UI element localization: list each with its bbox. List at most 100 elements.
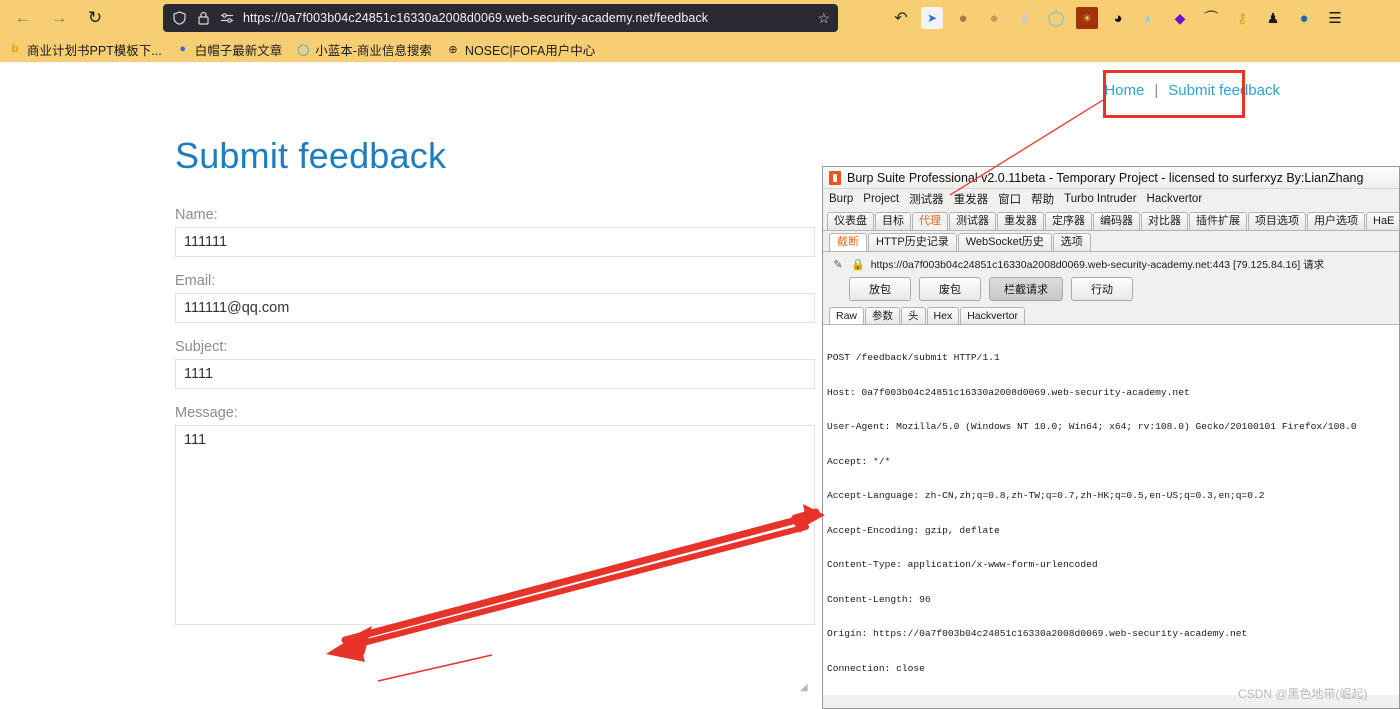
burp-main-tabbar: 仪表盘 目标 代理 测试器 重发器 定序器 编码器 对比器 插件扩展 项目选项 … <box>823 209 1399 230</box>
subject-field-group: Subject: <box>175 339 815 405</box>
back-button[interactable]: ← <box>6 4 40 32</box>
hamburger-menu-icon[interactable]: ☰ <box>1324 7 1346 29</box>
tab-extender[interactable]: 插件扩展 <box>1189 212 1247 230</box>
tab-sequencer[interactable]: 定序器 <box>1045 212 1092 230</box>
bookmark-item[interactable]: b 商业计划书PPT模板下... <box>8 40 162 59</box>
undo-close-tab-icon[interactable]: ↶ <box>890 7 912 29</box>
subtab-options[interactable]: 选项 <box>1052 233 1091 251</box>
forward-button[interactable]: 放包 <box>849 277 911 301</box>
email-field[interactable] <box>175 293 815 323</box>
menu-help[interactable]: 帮助 <box>1031 191 1054 207</box>
permissions-icon[interactable] <box>219 10 235 26</box>
shield-icon <box>171 10 187 26</box>
subtab-http-history[interactable]: HTTP历史记录 <box>868 233 957 251</box>
tab-decoder[interactable]: 编码器 <box>1093 212 1140 230</box>
request-line: POST /feedback/submit HTTP/1.1 <box>827 352 1000 363</box>
tab-comparer[interactable]: 对比器 <box>1141 212 1188 230</box>
bookmark-label: 商业计划书PPT模板下... <box>27 43 162 58</box>
extension-toolbar: ↶ ➤ ● ● ♟ ◯ ☀ ◕ ◐ ◆ ⏜ ⚷ ♟ ● ☰ <box>890 0 1346 36</box>
hacker-icon[interactable]: ♟ <box>1262 7 1284 29</box>
email-field-group: Email: <box>175 273 815 339</box>
view-tab-hex[interactable]: Hex <box>926 307 960 324</box>
subtab-websocket-history[interactable]: WebSocket历史 <box>957 233 1052 251</box>
navigation-buttons: ← → ↻ <box>0 4 112 32</box>
menu-window[interactable]: 窗口 <box>998 191 1021 207</box>
hat-icon[interactable]: ⏜ <box>1200 7 1222 29</box>
bookmark-label: 白帽子最新文章 <box>194 43 283 58</box>
burp-request-editor[interactable]: POST /feedback/submit HTTP/1.1 Host: 0a7… <box>823 325 1399 695</box>
burp-menubar: Burp Project 测试器 重发器 窗口 帮助 Turbo Intrude… <box>823 189 1399 209</box>
subtab-intercept[interactable]: 截断 <box>829 233 867 251</box>
bookmark-item[interactable]: ● 白帽子最新文章 <box>176 40 283 59</box>
tab-dashboard[interactable]: 仪表盘 <box>827 212 874 230</box>
url-text[interactable]: https://0a7f003b04c24851c16330a2008d0069… <box>243 11 809 25</box>
tab-proxy[interactable]: 代理 <box>912 212 948 230</box>
cookie-manager-icon[interactable]: ● <box>952 7 974 29</box>
burp-request-url: https://0a7f003b04c24851c16330a2008d0069… <box>870 259 1325 271</box>
tab-project-options[interactable]: 项目选项 <box>1248 212 1306 230</box>
burp-request-url-row: ✎ 🔒 https://0a7f003b04c24851c16330a2008d… <box>823 252 1399 275</box>
pencil-icon: ✎ <box>833 259 843 271</box>
intercept-toggle-button[interactable]: 栏截请求 <box>989 277 1063 301</box>
forward-button[interactable]: → <box>42 4 76 32</box>
drop-button[interactable]: 废包 <box>919 277 981 301</box>
mask-icon[interactable]: ◕ <box>1107 7 1129 29</box>
burp-titlebar: Burp Suite Professional v2.0.11beta - Te… <box>823 167 1399 189</box>
annotation-highlight-box <box>1103 70 1245 118</box>
menu-hackvertor[interactable]: Hackvertor <box>1147 193 1203 205</box>
textarea-resize-handle[interactable]: ◢ <box>800 683 812 695</box>
request-line: Accept: */* <box>827 455 891 467</box>
view-tab-raw[interactable]: Raw <box>829 307 865 324</box>
menu-intruder[interactable]: 测试器 <box>909 191 944 207</box>
feedback-form: Submit feedback Name: Email: Subject: Me… <box>175 135 815 630</box>
burp-message-view-tabs: Raw 参数 头 Hex Hackvertor <box>823 305 1399 324</box>
address-bar[interactable]: https://0a7f003b04c24851c16330a2008d0069… <box>163 4 838 32</box>
tab-user-options[interactable]: 用户选项 <box>1307 212 1365 230</box>
view-tab-params[interactable]: 参数 <box>865 307 901 324</box>
bookmark-star-icon[interactable]: ☆ <box>817 10 830 27</box>
view-tab-headers[interactable]: 头 <box>901 307 926 324</box>
burp-intercept-actions: 放包 废包 栏截请求 行动 <box>823 275 1399 305</box>
watermark: CSDN @黑色地带(崛起) <box>1238 687 1368 701</box>
water-drop-icon[interactable]: ● <box>1293 7 1315 29</box>
name-field-label: Name: <box>175 207 218 223</box>
tab-hae[interactable]: HaE <box>1366 212 1399 230</box>
reload-button[interactable]: ↻ <box>78 4 112 32</box>
request-line: User-Agent: Mozilla/5.0 (Windows NT 10.0… <box>827 421 1357 432</box>
padlock-icon <box>195 10 211 26</box>
request-line: Accept-Language: zh-CN,zh;q=0.8,zh-TW;q=… <box>827 490 1265 501</box>
subject-field-label: Subject: <box>175 339 228 355</box>
burp-logo-icon <box>829 170 841 185</box>
menu-burp[interactable]: Burp <box>829 193 853 205</box>
request-line: Content-Type: application/x-www-form-url… <box>827 559 1098 570</box>
menu-turbo-intruder[interactable]: Turbo Intruder <box>1064 193 1136 205</box>
people-icon[interactable]: ♟ <box>1014 7 1036 29</box>
message-field-label: Message: <box>175 405 238 421</box>
paper-plane-icon[interactable]: ➤ <box>921 7 943 29</box>
tab-intruder[interactable]: 测试器 <box>949 212 996 230</box>
bookmark-item[interactable]: ⊕ NOSEC|FOFA用户中心 <box>446 40 595 59</box>
toggle-switch-icon[interactable]: ◐ <box>1138 7 1160 29</box>
bookmark-item[interactable]: ◯ 小蓝本-商业信息搜索 <box>296 40 432 59</box>
key-icon[interactable]: ⚷ <box>1231 7 1253 29</box>
padlock-icon: 🔒 <box>851 259 865 271</box>
orange-square-icon[interactable]: ☀ <box>1076 7 1098 29</box>
cookie-editor-icon[interactable]: ● <box>983 7 1005 29</box>
request-line: Host: 0a7f003b04c24851c16330a2008d0069.w… <box>827 386 1190 398</box>
menu-project[interactable]: Project <box>863 193 899 205</box>
diamond-icon[interactable]: ◆ <box>1169 7 1191 29</box>
bookmark-label: 小蓝本-商业信息搜索 <box>315 43 432 58</box>
subject-field[interactable] <box>175 359 815 389</box>
view-tab-hackvertor[interactable]: Hackvertor <box>960 307 1025 324</box>
tab-target[interactable]: 目标 <box>875 212 911 230</box>
burp-proxy-subtabbar: 截断 HTTP历史记录 WebSocket历史 选项 <box>823 231 1399 251</box>
name-field[interactable] <box>175 227 815 257</box>
menu-repeater[interactable]: 重发器 <box>954 191 989 207</box>
page-title: Submit feedback <box>175 135 447 176</box>
message-field[interactable]: 111 <box>175 425 815 625</box>
bookmark-favicon-icon: ◯ <box>297 43 310 56</box>
email-field-label: Email: <box>175 273 216 289</box>
action-button[interactable]: 行动 <box>1071 277 1133 301</box>
circle-ring-icon[interactable]: ◯ <box>1045 7 1067 29</box>
tab-repeater[interactable]: 重发器 <box>997 212 1044 230</box>
